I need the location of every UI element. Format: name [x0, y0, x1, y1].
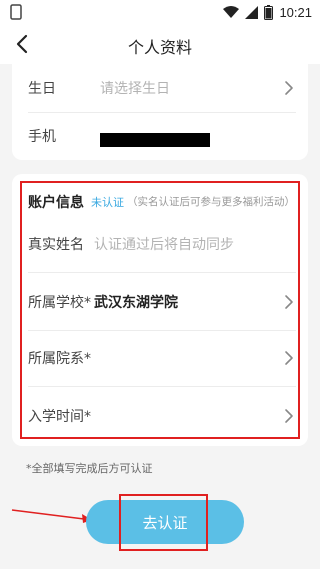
- status-icons: 10:21: [223, 3, 312, 21]
- highlight-box: [20, 181, 300, 439]
- battery-icon: [264, 4, 274, 20]
- status-bar: 10:21: [0, 0, 320, 24]
- chevron-right-icon: [285, 81, 293, 95]
- signal-icon: [245, 5, 259, 19]
- birthday-row[interactable]: 生日 请选择生日: [12, 64, 308, 112]
- phone-value-redacted: [100, 133, 210, 147]
- birthday-label: 生日: [28, 81, 56, 97]
- phone-label: 手机: [28, 129, 56, 145]
- navigation-bar: 个人资料: [0, 24, 320, 64]
- highlight-box: [119, 494, 208, 551]
- page-title: 个人资料: [127, 38, 192, 57]
- birthday-placeholder: 请选择生日: [100, 81, 170, 97]
- required-note: *全部填写完成后方可认证: [26, 462, 153, 475]
- status-time: 10:21: [279, 4, 312, 20]
- wifi-icon: [223, 6, 240, 18]
- app-notification-icon: [10, 4, 22, 20]
